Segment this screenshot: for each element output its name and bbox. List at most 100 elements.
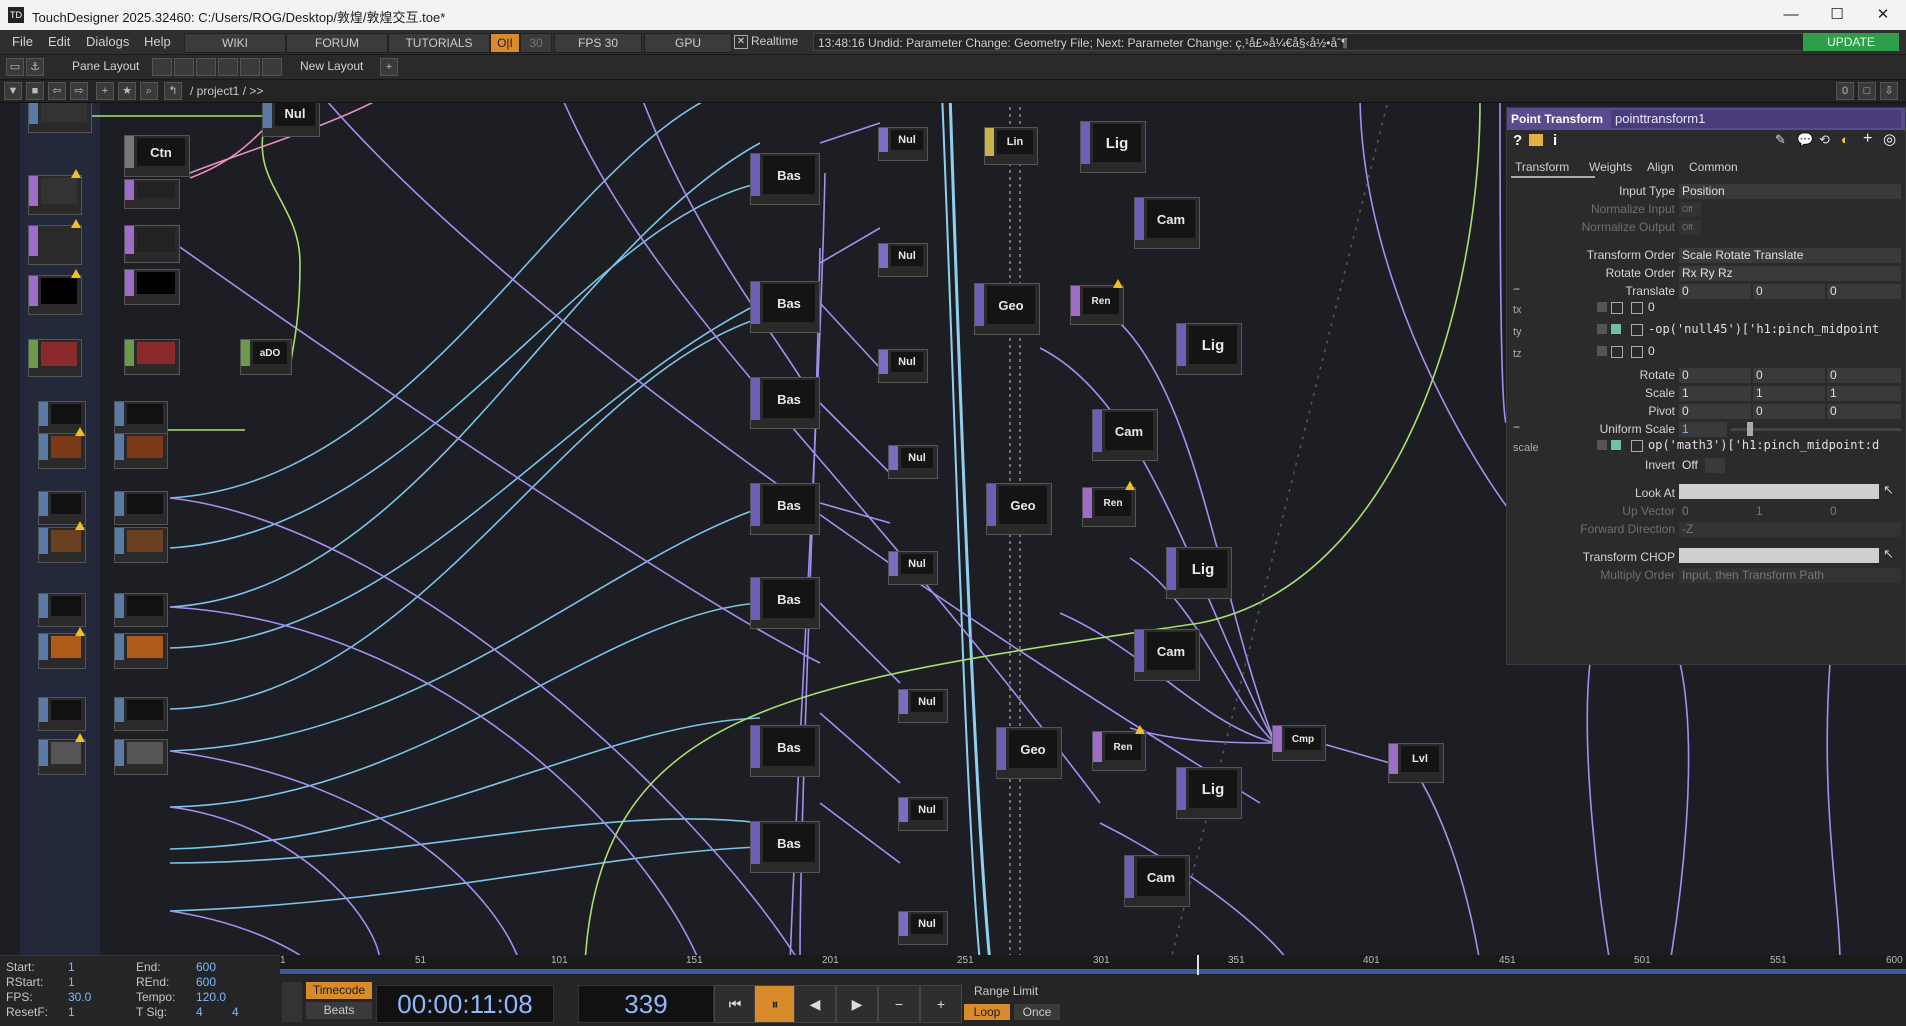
scale-x-field[interactable]: 1 <box>1679 386 1751 401</box>
composite-top-node[interactable]: Cmp <box>1272 725 1326 761</box>
target-icon[interactable]: ◎ <box>1883 130 1896 148</box>
null-sop-node[interactable]: Nul <box>878 243 928 277</box>
pick-arrow-icon[interactable]: ↖ <box>1883 546 1894 562</box>
camera-comp-node[interactable]: Cam <box>1124 855 1190 907</box>
gpu-indicator[interactable]: GPU <box>644 33 732 53</box>
realtime-checkbox[interactable]: ✕ <box>734 35 748 49</box>
pane-collapse-icon[interactable]: ⇩ <box>1880 82 1898 100</box>
constant-mode-icon[interactable] <box>1611 346 1623 358</box>
layout-4-button[interactable] <box>218 58 238 76</box>
constant-mode-icon[interactable] <box>1611 302 1623 314</box>
top-node[interactable] <box>38 627 86 669</box>
fps-cap-field[interactable]: 30 <box>520 33 552 53</box>
minimize-button[interactable]: — <box>1768 0 1814 30</box>
python-mode-icon[interactable] <box>1611 440 1621 450</box>
timeline-options[interactable] <box>282 982 302 1022</box>
help-icon[interactable]: ? <box>1513 132 1522 149</box>
camera-comp-node[interactable]: Cam <box>1134 197 1200 249</box>
rotate-order-menu[interactable]: Rx Ry Rz <box>1679 266 1901 281</box>
wiki-button[interactable]: WIKI <box>184 33 286 53</box>
menu-file[interactable]: File <box>12 34 33 49</box>
pane-split-icon[interactable]: ▭ <box>6 58 24 76</box>
base-comp-node[interactable]: Bas <box>750 153 820 205</box>
tab-align[interactable]: Align <box>1647 160 1674 174</box>
translate-x-field[interactable]: 0 <box>1679 284 1751 299</box>
top-node[interactable] <box>38 697 86 731</box>
rotate-y-field[interactable]: 0 <box>1753 368 1825 383</box>
tutorials-button[interactable]: TUTORIALS <box>388 33 490 53</box>
pivot-z-field[interactable]: 0 <box>1827 404 1901 419</box>
scale-z-field[interactable]: 1 <box>1827 386 1901 401</box>
pane-tools-icon[interactable]: ⚓ <box>26 58 44 76</box>
slider-handle[interactable] <box>1747 422 1753 436</box>
normalize-output-toggle[interactable]: Off <box>1679 220 1701 235</box>
python-help-icon[interactable] <box>1529 134 1543 146</box>
python-mode-icon[interactable] <box>1611 324 1621 334</box>
pause-button[interactable]: ⏸ <box>754 985 796 1023</box>
look-at-field[interactable] <box>1679 484 1879 499</box>
rotate-x-field[interactable]: 0 <box>1679 368 1751 383</box>
pick-arrow-icon[interactable]: ↖ <box>1883 482 1894 498</box>
translate-y-field[interactable]: 0 <box>1753 284 1825 299</box>
input-type-menu[interactable]: Position <box>1679 184 1901 199</box>
expression-mode-icon[interactable] <box>1597 440 1607 450</box>
null-node[interactable] <box>114 433 168 469</box>
ty-expression[interactable]: -op('null45')['h1:pinch_midpoint <box>1645 322 1901 337</box>
forward-direction-menu[interactable]: -Z <box>1679 522 1901 537</box>
update-button[interactable]: UPDATE <box>1803 33 1899 51</box>
tab-transform[interactable]: Transform <box>1515 160 1569 174</box>
null-sop-node[interactable]: Nul <box>878 127 928 161</box>
expression-mode-icon[interactable] <box>1597 302 1607 312</box>
container-node[interactable]: Ctn <box>124 135 190 177</box>
up-vector-z[interactable]: 0 <box>1827 504 1901 519</box>
base-comp-node[interactable]: Bas <box>750 577 820 629</box>
perform-mode-button[interactable]: O|I <box>490 33 520 53</box>
top-node[interactable] <box>38 491 86 525</box>
start-value[interactable]: 1 <box>68 960 75 974</box>
maximize-button[interactable]: ☐ <box>1814 0 1860 30</box>
tx-value[interactable]: 0 <box>1645 300 1901 315</box>
null-node[interactable] <box>124 225 180 263</box>
rewind-button[interactable]: ⏮ <box>714 985 756 1023</box>
tab-common[interactable]: Common <box>1689 160 1738 174</box>
faster-button[interactable]: + <box>920 985 962 1023</box>
beats-toggle[interactable]: Beats <box>306 1002 372 1019</box>
menu-arrow-icon[interactable]: ▼ <box>4 82 22 100</box>
slower-button[interactable]: − <box>878 985 920 1023</box>
null-sop-node[interactable]: Nul <box>898 911 948 945</box>
python-icon[interactable]: ◐ <box>1841 132 1849 147</box>
timecode-display[interactable]: 00:00:11:08 <box>376 985 554 1023</box>
resetf-value[interactable]: 1 <box>68 1005 75 1019</box>
geometry-comp-node[interactable]: Geo <box>996 727 1062 779</box>
parent-icon[interactable]: ↰ <box>164 82 182 100</box>
video-node[interactable] <box>28 219 82 265</box>
multiply-order-menu[interactable]: Input, then Transform Path <box>1679 568 1901 583</box>
range-bar[interactable] <box>280 969 1906 974</box>
render-top-node[interactable]: Ren <box>1082 481 1136 527</box>
render-top-node[interactable]: Ren <box>1070 279 1124 325</box>
stop-icon[interactable]: ■ <box>26 82 44 100</box>
null-node[interactable]: Nul <box>262 103 320 137</box>
up-vector-y[interactable]: 1 <box>1753 504 1825 519</box>
expression-mode-icon[interactable] <box>1597 324 1607 334</box>
export-mode-icon[interactable] <box>1631 346 1643 358</box>
end-value[interactable]: 600 <box>196 960 216 974</box>
light-comp-node[interactable]: Lig <box>1176 323 1242 375</box>
base-comp-node[interactable]: Bas <box>750 281 820 333</box>
top-node[interactable] <box>38 427 86 469</box>
null-node[interactable] <box>114 633 168 669</box>
base-comp-node[interactable]: Bas <box>750 821 820 873</box>
null-node[interactable] <box>114 491 168 525</box>
tz-value[interactable]: 0 <box>1645 344 1901 359</box>
uniform-scale-slider[interactable] <box>1731 428 1901 431</box>
pivot-y-field[interactable]: 0 <box>1753 404 1825 419</box>
rotate-z-field[interactable]: 0 <box>1827 368 1901 383</box>
light-comp-node[interactable]: Lig <box>1080 121 1146 173</box>
tsig-denominator[interactable]: 4 <box>232 1005 239 1019</box>
once-button[interactable]: Once <box>1014 1004 1060 1020</box>
back-icon[interactable]: ⇦ <box>48 82 66 100</box>
add-layout-button[interactable]: + <box>380 58 398 76</box>
invert-toggle[interactable] <box>1705 458 1725 473</box>
tsig-numerator[interactable]: 4 <box>196 1005 203 1019</box>
tab-weights[interactable]: Weights <box>1589 160 1632 174</box>
